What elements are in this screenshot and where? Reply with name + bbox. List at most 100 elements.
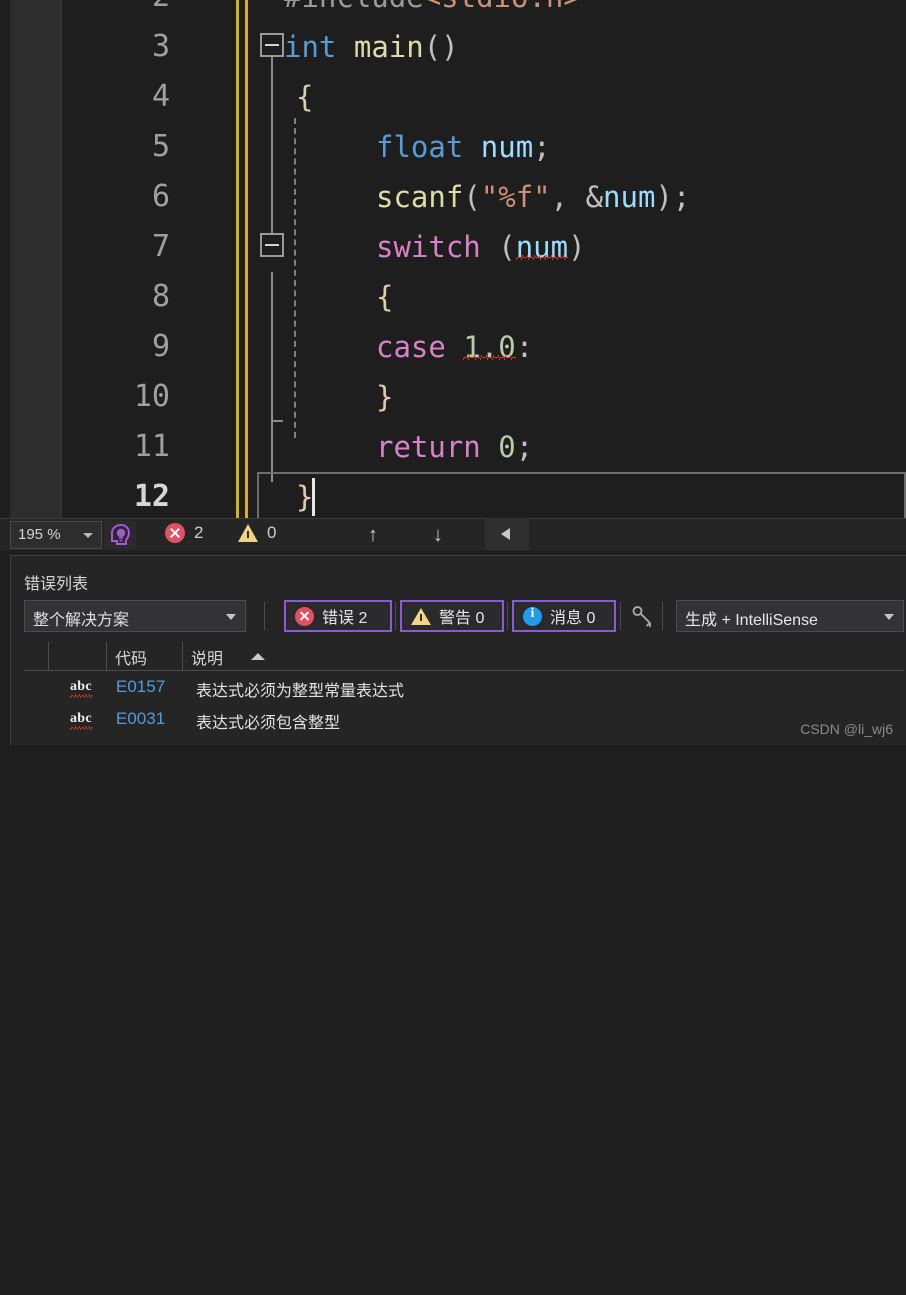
filter-messages-label: 消息 0 — [550, 610, 596, 627]
panel-left-rail — [0, 1102, 10, 1295]
change-bar — [245, 322, 248, 372]
filter-errors-button[interactable]: 错误 2 — [284, 600, 392, 632]
filter-errors-label: 错误 2 — [322, 610, 368, 627]
chevron-down-icon[interactable] — [884, 614, 894, 620]
code-line[interactable]: 8 { — [62, 272, 906, 322]
change-bar — [236, 422, 239, 472]
token-rparen: ) — [568, 230, 586, 264]
code-line[interactable]: 10 } — [62, 372, 906, 422]
scope-dropdown-value: 整个解决方案 — [33, 612, 130, 629]
change-bar — [245, 22, 248, 72]
toolbar-separator — [507, 602, 508, 630]
code-line[interactable]: 2 #include<stdio.h> — [62, 0, 906, 22]
grid-header-blank-1[interactable] — [24, 642, 49, 670]
change-bar — [236, 372, 239, 422]
change-bar — [245, 0, 248, 22]
table-row[interactable]: abc E0157 表达式必须为整型常量表达式 — [24, 674, 904, 703]
scope-dropdown[interactable]: 整个解决方案 — [24, 600, 246, 632]
error-list-container: 错误列表 整个解决方案 错误 2 警告 0 i 消息 0 生成 + Intell… — [10, 555, 906, 745]
table-row[interactable]: abc E0031 表达式必须包含整型 — [24, 706, 904, 735]
line-number: 4 — [151, 79, 170, 114]
token-brace-open: { — [296, 80, 314, 114]
code-line[interactable]: 3 int main() — [62, 22, 906, 72]
prev-issue-button[interactable]: ↑ — [360, 523, 386, 547]
code-line[interactable]: 6 scanf("%f", &num); — [62, 172, 906, 222]
code-text: return 0; — [376, 422, 533, 472]
intellicode-button[interactable] — [104, 521, 136, 549]
token-main: main — [353, 30, 424, 64]
line-number: 9 — [151, 329, 170, 364]
error-circle-icon — [295, 606, 314, 626]
fold-collapse-icon[interactable] — [260, 233, 284, 257]
line-number: 3 — [151, 29, 170, 64]
token-semicolon: ; — [515, 430, 534, 464]
code-text: switch (num) — [376, 222, 586, 272]
grid-header-description[interactable]: 说明 — [183, 642, 904, 670]
status-collapse-button[interactable] — [485, 518, 529, 550]
status-warning-group[interactable]: 0 — [238, 523, 276, 543]
info-circle-icon — [523, 606, 542, 626]
toolbar-separator — [264, 602, 265, 630]
zoom-level-value: 195 % — [18, 526, 61, 543]
status-error-group[interactable]: 2 — [165, 523, 203, 543]
token-switch: switch — [376, 230, 481, 264]
sort-ascending-icon — [251, 653, 265, 660]
current-line-highlight — [257, 472, 906, 518]
code-text-area[interactable]: 2 #include<stdio.h> 3 int main() 4 { — [62, 0, 906, 518]
token-scanf: scanf — [376, 180, 464, 214]
token-parens: () — [423, 30, 459, 64]
grid-header-row: 代码 说明 — [24, 642, 904, 671]
line-number: 2 — [62, 0, 170, 22]
line-number: 8 — [151, 279, 170, 314]
abc-spellcheck-icon: abc — [70, 679, 93, 698]
line-number: 5 — [151, 129, 170, 164]
fold-collapse-icon[interactable] — [260, 33, 284, 57]
chevron-down-icon[interactable] — [226, 614, 236, 620]
code-line[interactable]: 5 float num; — [62, 122, 906, 172]
change-bar — [236, 0, 239, 22]
token-lparen: ( — [463, 180, 481, 214]
code-text: { — [376, 272, 393, 322]
error-code: E0031 — [116, 709, 166, 728]
filter-button[interactable] — [630, 604, 656, 630]
code-line[interactable]: 11 return 0; — [62, 422, 906, 472]
watermark: CSDN @li_wj6 — [800, 721, 893, 737]
change-bar — [236, 472, 239, 518]
grid-header-blank-2[interactable] — [49, 642, 107, 670]
token-brace-close: } — [296, 480, 314, 514]
grid-header-code[interactable]: 代码 — [107, 642, 183, 670]
error-circle-icon — [165, 523, 185, 543]
error-list-grid: 代码 说明 abc E0157 表达式必须为整型常量表达式 abc E0031 … — [24, 642, 904, 742]
build-filter-value: 生成 + IntelliSense — [685, 612, 818, 629]
editor-indicator-margin[interactable] — [10, 0, 62, 518]
code-line[interactable]: 4 { — [62, 72, 906, 122]
token-zero: 0 — [498, 430, 516, 464]
visual-studio-window: 2 #include<stdio.h> 3 int main() 4 { — [0, 0, 906, 1295]
token-brace-open: { — [376, 280, 394, 314]
error-code: E0157 — [116, 677, 166, 696]
token-semicolon: ; — [672, 180, 691, 214]
code-text: float num; — [376, 122, 551, 172]
chevron-down-icon[interactable] — [83, 533, 93, 538]
code-editor[interactable]: 2 #include<stdio.h> 3 int main() 4 { — [0, 0, 906, 518]
error-list-panel: 错误列表 整个解决方案 错误 2 警告 0 i 消息 0 生成 + Intell… — [0, 551, 906, 1295]
zoom-level-control[interactable]: 195 % — [10, 521, 102, 549]
code-line-current[interactable]: 12 } — [62, 472, 906, 518]
change-bar — [245, 422, 248, 472]
filter-messages-button[interactable]: 消息 0 — [512, 600, 616, 632]
next-issue-button[interactable]: ↓ — [425, 523, 451, 547]
toolbar-separator — [395, 602, 396, 630]
change-bar — [236, 272, 239, 322]
code-text: } — [296, 472, 313, 518]
code-line[interactable]: 7 switch (num) — [62, 222, 906, 272]
editor-left-edge — [0, 0, 10, 518]
change-bar — [236, 322, 239, 372]
filter-warnings-button[interactable]: 警告 0 — [400, 600, 504, 632]
error-description: 表达式必须包含整型 — [196, 715, 341, 732]
token-semicolon: ; — [533, 130, 551, 164]
code-line[interactable]: 9 case 1.0: — [62, 322, 906, 372]
change-bar — [236, 172, 239, 222]
token-colon: : — [515, 330, 534, 364]
code-text: scanf("%f", &num); — [376, 172, 690, 222]
build-filter-dropdown[interactable]: 生成 + IntelliSense — [676, 600, 904, 632]
